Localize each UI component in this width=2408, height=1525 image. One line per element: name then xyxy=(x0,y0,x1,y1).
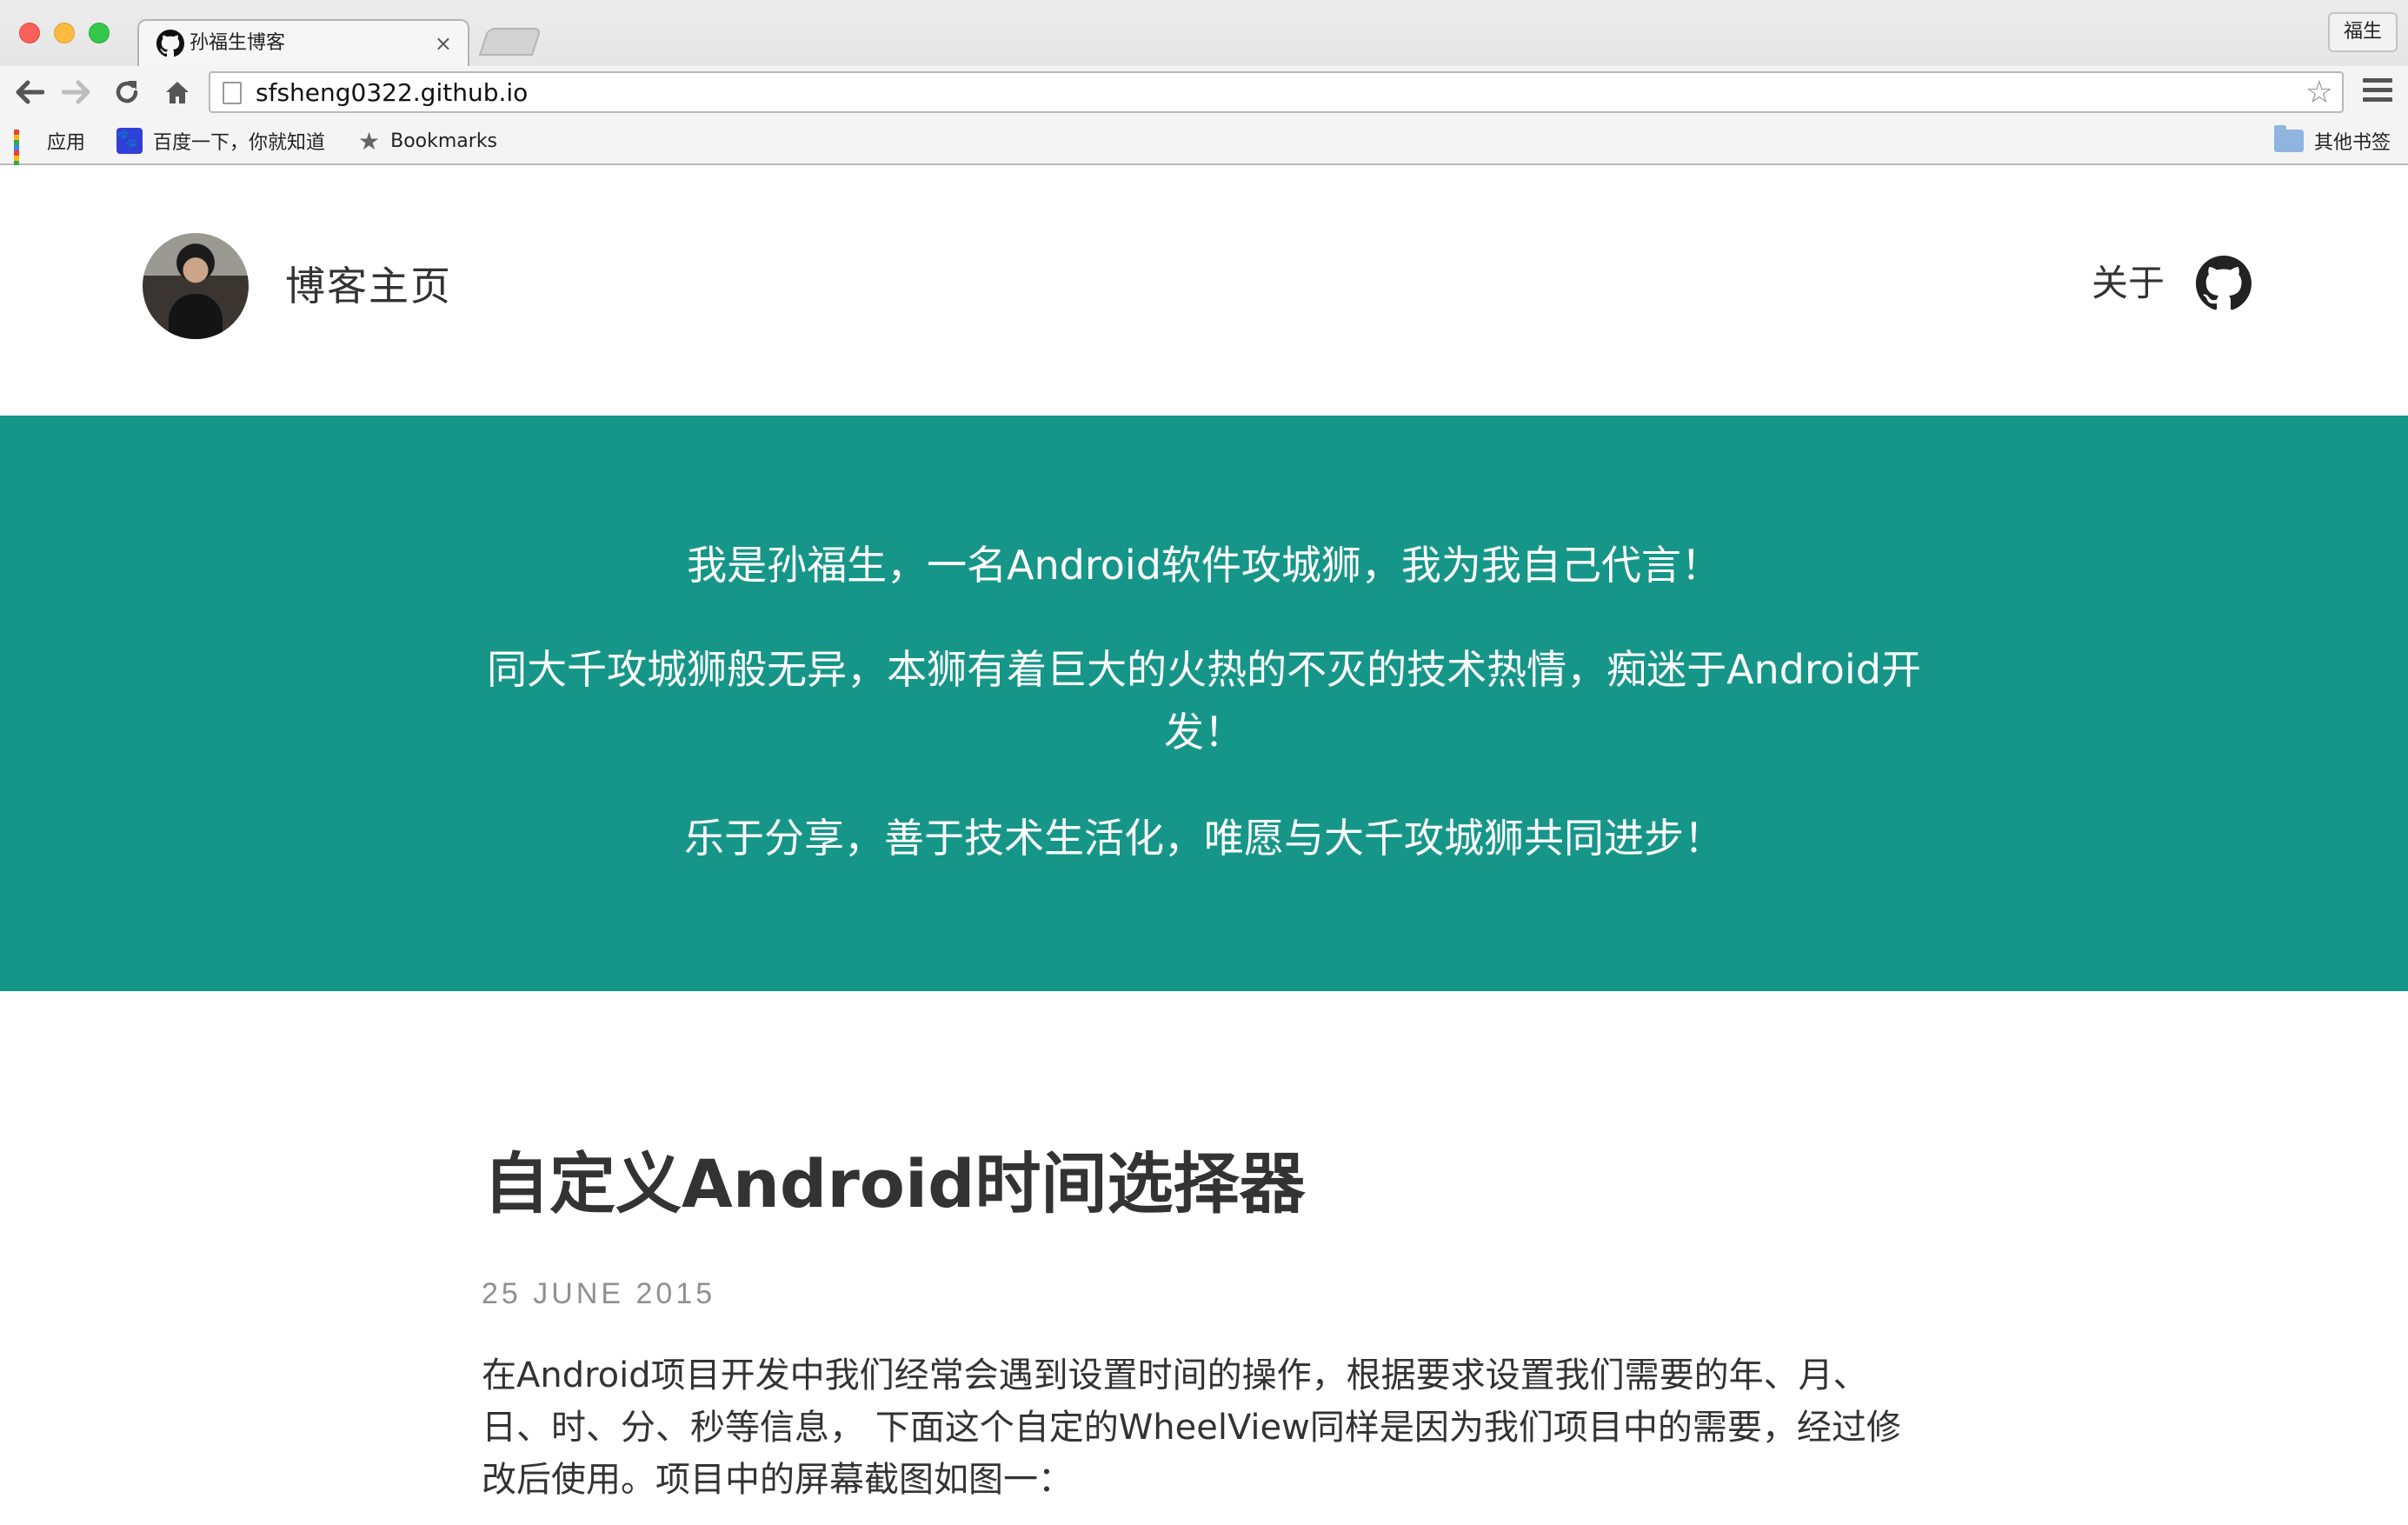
bookmark-bookmarks[interactable]: ★ Bookmarks xyxy=(358,125,497,156)
profile-button[interactable]: 福生 xyxy=(2327,12,2398,52)
menu-icon[interactable] xyxy=(2363,78,2392,104)
tab-strip: 孙福生博客 × 福生 xyxy=(0,0,2408,66)
browser-tab[interactable]: 孙福生博客 × xyxy=(137,19,469,66)
baidu-icon: 🐾 xyxy=(116,128,143,154)
star-icon: ★ xyxy=(358,126,381,156)
bookmark-apps-label: 应用 xyxy=(47,132,86,154)
github-icon[interactable] xyxy=(2196,256,2252,311)
bookmarks-bar: 应用 🐾 百度一下，你就知道 ★ Bookmarks 其他书签 xyxy=(0,118,2408,176)
reload-icon[interactable] xyxy=(110,75,144,110)
page-icon xyxy=(223,82,242,104)
hero-passion: 同大千攻城狮般无异，本狮有着巨大的火热的不灭的技术热情，痴迷于Android开发… xyxy=(487,646,1921,756)
new-tab-button[interactable] xyxy=(478,28,542,56)
avatar[interactable] xyxy=(143,233,249,339)
post-title-link[interactable]: 自定义Android时间选择器 xyxy=(483,1142,1305,1226)
bookmark-other[interactable]: 其他书签 xyxy=(2274,125,2391,156)
apps-icon xyxy=(14,130,37,176)
site-title-link[interactable]: 博客主页 xyxy=(285,261,452,311)
bookmark-baidu[interactable]: 🐾 百度一下，你就知道 xyxy=(116,125,325,156)
tab-title: 孙福生博客 xyxy=(190,32,286,54)
minimize-window-button[interactable] xyxy=(54,23,75,43)
site-header: 博客主页 关于 xyxy=(0,165,2408,416)
folder-icon xyxy=(2274,125,2304,152)
bookmark-baidu-label: 百度一下，你就知道 xyxy=(153,132,326,154)
bookmark-apps[interactable]: 应用 xyxy=(14,125,86,176)
hero-motto: 乐于分享，善于技术生活化，唯愿与大千攻城狮共同进步！ xyxy=(684,815,1724,862)
address-bar[interactable]: sfsheng0322.github.io ☆ xyxy=(209,71,2344,113)
home-icon[interactable] xyxy=(160,75,195,110)
zoom-window-button[interactable] xyxy=(89,23,110,43)
star-icon[interactable]: ☆ xyxy=(2305,77,2333,110)
bookmark-bookmarks-label: Bookmarks xyxy=(390,130,498,152)
post-date: 25 JUNE 2015 xyxy=(482,1277,716,1310)
browser-chrome: 孙福生博客 × 福生 sfsheng0322.github.io ☆ 应用 🐾 … xyxy=(0,0,2408,176)
post-excerpt: 在Android项目开发中我们经常会遇到设置时间的操作，根据要求设置我们需要的年… xyxy=(482,1355,1901,1500)
nav-about-link[interactable]: 关于 xyxy=(2092,259,2165,308)
github-icon xyxy=(156,30,184,57)
back-arrow-icon[interactable] xyxy=(12,75,47,110)
bookmark-other-label: 其他书签 xyxy=(2314,132,2391,154)
forward-arrow-icon[interactable] xyxy=(59,75,94,110)
hero-banner: 我是孙福生，一名Android软件攻城狮，我为我自己代言！ 同大千攻城狮般无异，… xyxy=(0,416,2408,991)
close-window-button[interactable] xyxy=(19,23,40,43)
url-text[interactable]: sfsheng0322.github.io xyxy=(256,78,528,108)
hero-intro: 我是孙福生，一名Android软件攻城狮，我为我自己代言！ xyxy=(687,542,1721,589)
browser-toolbar: sfsheng0322.github.io ☆ xyxy=(0,66,2408,118)
tab-close-button[interactable]: × xyxy=(435,30,452,57)
